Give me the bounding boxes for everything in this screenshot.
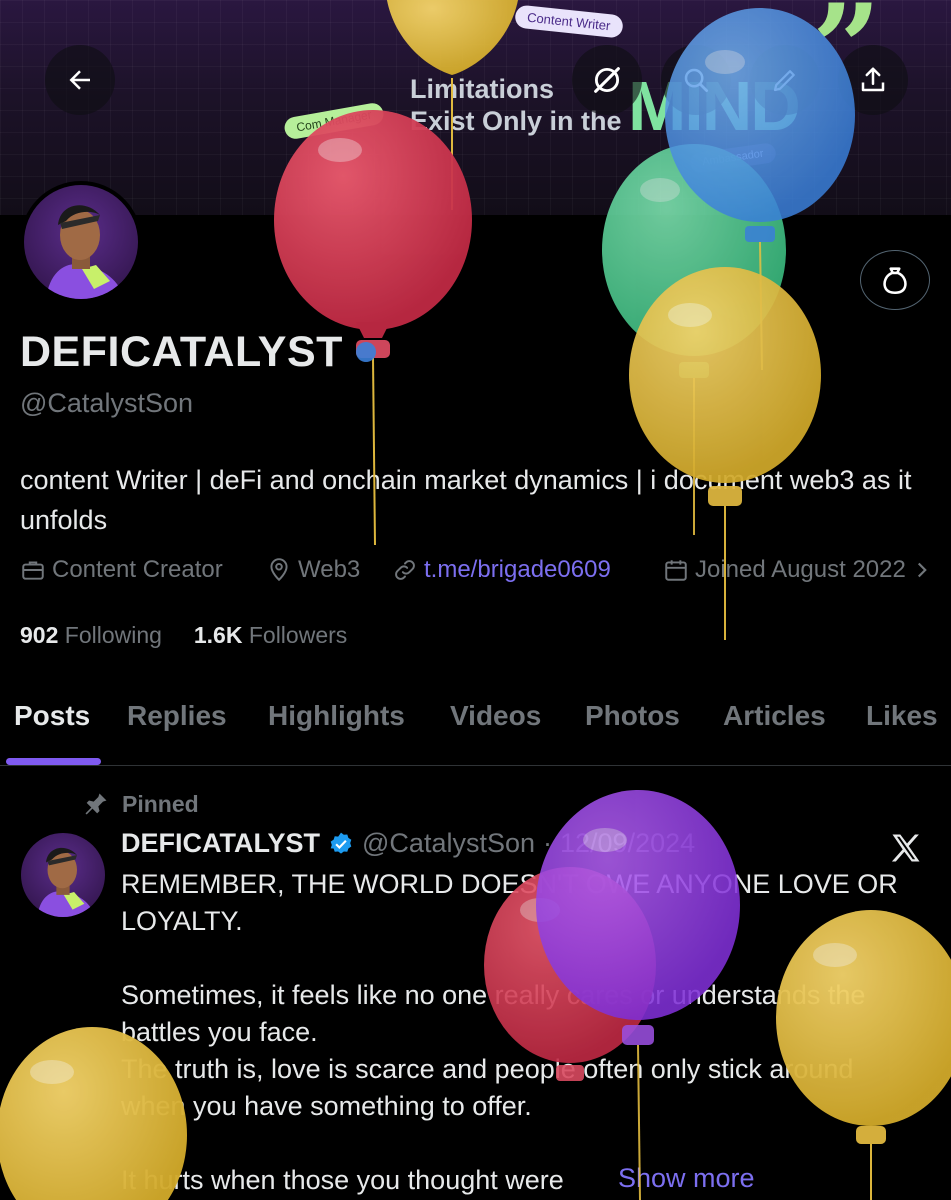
tab-posts[interactable]: Posts [14, 700, 90, 732]
banner-slogan-line1: Limitations [410, 74, 555, 104]
tab-photos[interactable]: Photos [585, 700, 680, 732]
post-header: DEFICATALYST @CatalystSon · 12/09/2024 [121, 828, 695, 859]
link-icon [395, 560, 415, 580]
pin-icon [85, 793, 107, 815]
post-author-avatar[interactable] [21, 833, 105, 917]
post-author-handle[interactable]: @CatalystSon [362, 828, 535, 859]
chevron-right-icon[interactable] [912, 557, 932, 583]
arrow-left-icon [69, 70, 90, 90]
tab-replies[interactable]: Replies [127, 700, 227, 732]
profile-banner[interactable]: ” Content Writer Com Manager Ambassador … [0, 0, 951, 215]
balloon-knot-blue [356, 342, 376, 362]
profile-avatar[interactable] [20, 181, 142, 303]
avatar-image [24, 185, 138, 299]
x-logo-icon [887, 830, 925, 871]
tip-button[interactable] [860, 250, 930, 310]
following-label: Following [64, 622, 162, 648]
profile-handle: @CatalystSon [20, 388, 193, 418]
follow-stats: 902 Following 1.6K Followers [20, 622, 347, 649]
pinned-label: Pinned [122, 790, 199, 817]
active-tab-indicator [6, 758, 101, 765]
post-body-text: REMEMBER, THE WORLD DOESN'T OWE ANYONE L… [121, 869, 898, 1195]
profile-location-label: Web3 [298, 556, 361, 583]
post-author-name[interactable]: DEFICATALYST [121, 828, 320, 859]
profile-category: Content Creator [20, 556, 223, 584]
profile-link[interactable]: t.me/brigade0609 [392, 556, 611, 584]
back-button[interactable] [45, 45, 115, 115]
tabs-divider [0, 765, 951, 766]
search-icon [684, 68, 708, 92]
profile-joined-label: Joined August 2022 [695, 556, 906, 583]
briefcase-icon [22, 561, 44, 580]
post-date[interactable]: 12/09/2024 [560, 828, 695, 859]
edit-button[interactable] [750, 45, 820, 115]
calendar-icon [665, 560, 687, 581]
location-pin-icon [270, 558, 288, 582]
pinned-indicator: Pinned [82, 790, 199, 818]
post-avatar-image [37, 847, 95, 917]
followers-count: 1.6K [193, 622, 243, 648]
pencil-icon [773, 70, 795, 92]
profile-location: Web3 [266, 556, 360, 584]
profile-link-text[interactable]: t.me/brigade0609 [424, 556, 611, 584]
profile-bio: content Writer | deFi and onchain market… [20, 465, 912, 535]
following-count: 902 [20, 622, 59, 648]
followers-label: Followers [248, 622, 348, 648]
tab-videos[interactable]: Videos [450, 700, 541, 732]
profile-category-label: Content Creator [52, 556, 223, 583]
tab-likes[interactable]: Likes [866, 700, 938, 732]
show-more-link[interactable]: Show more [618, 1163, 755, 1194]
search-button[interactable] [661, 45, 731, 115]
profile-joined: Joined August 2022 [663, 556, 932, 584]
share-icon [861, 67, 885, 92]
balloon-yellow-right [629, 267, 821, 640]
following-link[interactable]: 902 Following [20, 622, 162, 648]
profile-display-name: DEFICATALYST [20, 328, 343, 376]
post-separator: · [543, 828, 552, 858]
verified-badge-icon [330, 832, 352, 854]
grok-icon [594, 67, 620, 93]
tab-highlights[interactable]: Highlights [268, 700, 405, 732]
grok-button[interactable] [572, 45, 642, 115]
money-bag-icon [883, 267, 907, 295]
followers-link[interactable]: 1.6K Followers [194, 622, 347, 648]
share-button[interactable] [838, 45, 908, 115]
tab-articles[interactable]: Articles [723, 700, 826, 732]
